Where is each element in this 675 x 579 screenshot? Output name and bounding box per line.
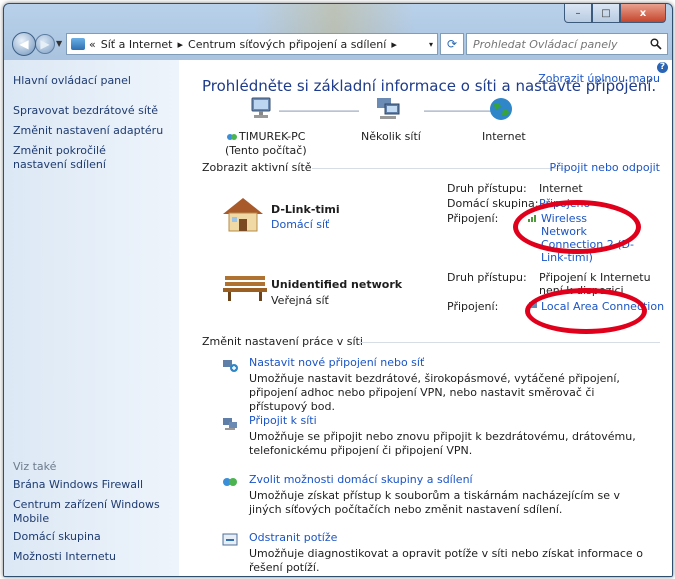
sidebar-item-sharing[interactable]: Změnit pokročilé nastavení sdílení: [13, 144, 163, 172]
active-networks-label: Zobrazit aktivní sítě: [202, 161, 312, 174]
network-icon: [377, 98, 400, 119]
breadcrumb-network-internet[interactable]: Síť a Internet: [101, 38, 173, 51]
window: – □ x ◀ ▶ ▼ « Síť a Internet ▸ Centrum s…: [3, 3, 673, 577]
troubleshoot-icon: [222, 533, 238, 546]
recent-pages-dropdown[interactable]: ▼: [56, 39, 62, 48]
red-annotation-ellipse: [525, 288, 647, 334]
caption-buttons: – □ x: [564, 4, 666, 23]
task-connect-link[interactable]: Připojit k síti: [249, 414, 317, 427]
address-dropdown-icon[interactable]: ▾: [429, 40, 433, 49]
net2-type: Veřejná síť: [271, 294, 329, 307]
sidebar-item-internet-options[interactable]: Možnosti Internetu: [13, 550, 116, 564]
breadcrumb-network-center[interactable]: Centrum síťových připojení a sdílení: [188, 38, 386, 51]
bench-icon: [223, 276, 267, 301]
homegroup-badge-icon: [227, 134, 237, 140]
net2-name: Unidentified network: [271, 278, 403, 291]
back-arrow-icon[interactable]: ◀: [12, 32, 36, 56]
minimize-button[interactable]: –: [564, 4, 592, 23]
sidebar-item-adapter[interactable]: Změnit nastavení adaptéru: [13, 124, 179, 138]
new-connection-icon: [223, 360, 238, 372]
homegroup-icon: [223, 478, 237, 486]
breadcrumb-separator: «: [89, 37, 96, 51]
control-panel-icon: [71, 38, 85, 50]
map-pc-sub: (Tento počítač): [225, 144, 307, 157]
red-annotation-ellipse: [513, 200, 641, 254]
main-content: ? Prohlédněte si základní informace o sí…: [179, 60, 672, 576]
sidebar-item-wireless[interactable]: Spravovat bezdrátové sítě: [13, 104, 179, 118]
sidebar-item-homegroup[interactable]: Domácí skupina: [13, 530, 101, 544]
search-input[interactable]: [467, 36, 645, 52]
breadcrumb-arrow[interactable]: ▸: [391, 38, 397, 51]
maximize-button[interactable]: □: [592, 4, 620, 23]
task-new-connection-link[interactable]: Nastavit nové připojení nebo síť: [249, 356, 424, 369]
sidebar-home-link[interactable]: Hlavní ovládací panel: [13, 74, 179, 88]
task-new-connection-desc: Umožňuje nastavit bezdrátové, širokopásm…: [249, 372, 620, 413]
divider: [359, 342, 660, 343]
sidebar-item-firewall[interactable]: Brána Windows Firewall: [13, 478, 143, 492]
net1-access-value: Internet: [539, 182, 583, 195]
address-bar[interactable]: « Síť a Internet ▸ Centrum síťových přip…: [66, 33, 438, 55]
sidebar: Hlavní ovládací panel Spravovat bezdráto…: [4, 60, 179, 576]
task-homegroup-link[interactable]: Zvolit možnosti domácí skupiny a sdílení: [249, 473, 473, 486]
house-icon: [223, 198, 263, 232]
task-troubleshoot-desc: Umožňuje diagnostikovat a opravit potíže…: [249, 547, 643, 574]
divider: [312, 168, 567, 169]
net1-type-link[interactable]: Domácí síť: [271, 218, 329, 231]
see-also-heading: Viz také: [13, 460, 57, 473]
map-pc-name[interactable]: TIMUREK-PC: [239, 130, 305, 143]
map-connector: [279, 110, 359, 112]
map-internet[interactable]: Internet: [482, 130, 526, 143]
sidebar-item-mobile[interactable]: Centrum zařízení Windows Mobile: [13, 498, 163, 526]
net1-homegroup-label: Domácí skupina:: [447, 197, 539, 210]
full-map-link[interactable]: Zobrazit úplnou mapu: [538, 72, 660, 85]
net2-access-label: Druh přístupu:: [447, 271, 527, 284]
task-homegroup-desc: Umožňuje získat přístup k souborům a tis…: [249, 489, 621, 516]
map-networks[interactable]: Několik sítí: [361, 130, 421, 143]
forward-arrow-icon[interactable]: ▶: [35, 34, 55, 54]
navigation-bar: ◀ ▶ ▼ « Síť a Internet ▸ Centrum síťovýc…: [4, 30, 672, 58]
globe-icon: [490, 98, 512, 120]
net1-connection-label: Připojení:: [447, 212, 499, 225]
refresh-icon[interactable]: ⟳: [440, 33, 464, 55]
net1-access-label: Druh přístupu:: [447, 182, 527, 195]
search-box[interactable]: [466, 33, 668, 55]
search-icon[interactable]: [650, 38, 662, 50]
connect-network-icon: [223, 418, 237, 430]
titlebar: – □ x: [4, 4, 672, 44]
breadcrumb-arrow[interactable]: ▸: [178, 38, 184, 51]
net2-connection-label: Připojení:: [447, 300, 499, 313]
task-connect-desc: Umožňuje se připojit nebo znovu připojit…: [249, 430, 636, 457]
net1-name: D-Link-timi: [271, 203, 340, 216]
close-button[interactable]: x: [620, 4, 666, 23]
task-troubleshoot-link[interactable]: Odstranit potíže: [249, 531, 337, 544]
computer-icon: [251, 97, 271, 118]
connect-disconnect-link[interactable]: Připojit nebo odpojit: [550, 161, 660, 174]
change-settings-label: Změnit nastavení práce v síti: [202, 335, 363, 348]
